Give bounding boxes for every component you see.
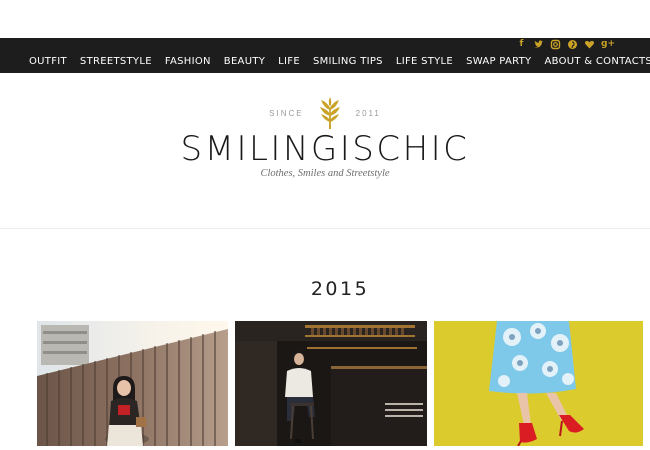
header-divider: [0, 228, 650, 229]
nav-item-beauty[interactable]: BEAUTY: [224, 56, 265, 67]
since-row: SINCE 2011: [0, 95, 650, 131]
skirt-red-heels-photo[interactable]: [434, 321, 643, 446]
nav-item-about-contacts[interactable]: ABOUT & CONTACTS: [544, 56, 650, 67]
site-title[interactable]: SMILINGISCHIC: [0, 131, 650, 167]
nav-item-life-style[interactable]: LIFE STYLE: [396, 56, 453, 67]
since-year: 2011: [355, 108, 381, 118]
nav-item-swap-party[interactable]: SWAP PARTY: [466, 56, 531, 67]
google-plus-icon[interactable]: g+: [601, 39, 615, 50]
main-menu: OUTFIT STREETSTYLE FASHION BEAUTY LIFE S…: [29, 56, 650, 67]
archive-year-heading: 2015: [310, 278, 370, 300]
outfit-photo-fence[interactable]: [37, 321, 228, 446]
wheat-logo-icon: [319, 97, 340, 129]
nav-item-life[interactable]: LIFE: [278, 56, 300, 67]
since-label: SINCE: [269, 108, 304, 118]
twitter-icon[interactable]: [533, 39, 544, 50]
top-navbar: f g+ OUTFIT STREETSTYLE FASHION BEAUTY L…: [0, 38, 650, 73]
bar-interior-photo[interactable]: [235, 321, 427, 446]
site-tagline: Clothes, Smiles and Streetstyle: [260, 168, 390, 179]
social-icons: f g+: [516, 38, 615, 50]
instagram-icon[interactable]: [550, 39, 561, 50]
nav-item-streetstyle[interactable]: STREETSTYLE: [80, 56, 152, 67]
site-brand[interactable]: SINCE 2011 SMILINGISCHIC Clothes, Smiles…: [0, 95, 650, 179]
nav-item-outfit[interactable]: OUTFIT: [29, 56, 67, 67]
bloglovin-heart-icon[interactable]: [584, 39, 595, 50]
nav-item-smiling-tips[interactable]: SMILING TIPS: [313, 56, 383, 67]
photo-gallery: [0, 321, 650, 450]
pinterest-icon[interactable]: [567, 39, 578, 50]
facebook-icon[interactable]: f: [516, 39, 527, 50]
nav-item-fashion[interactable]: FASHION: [165, 56, 211, 67]
